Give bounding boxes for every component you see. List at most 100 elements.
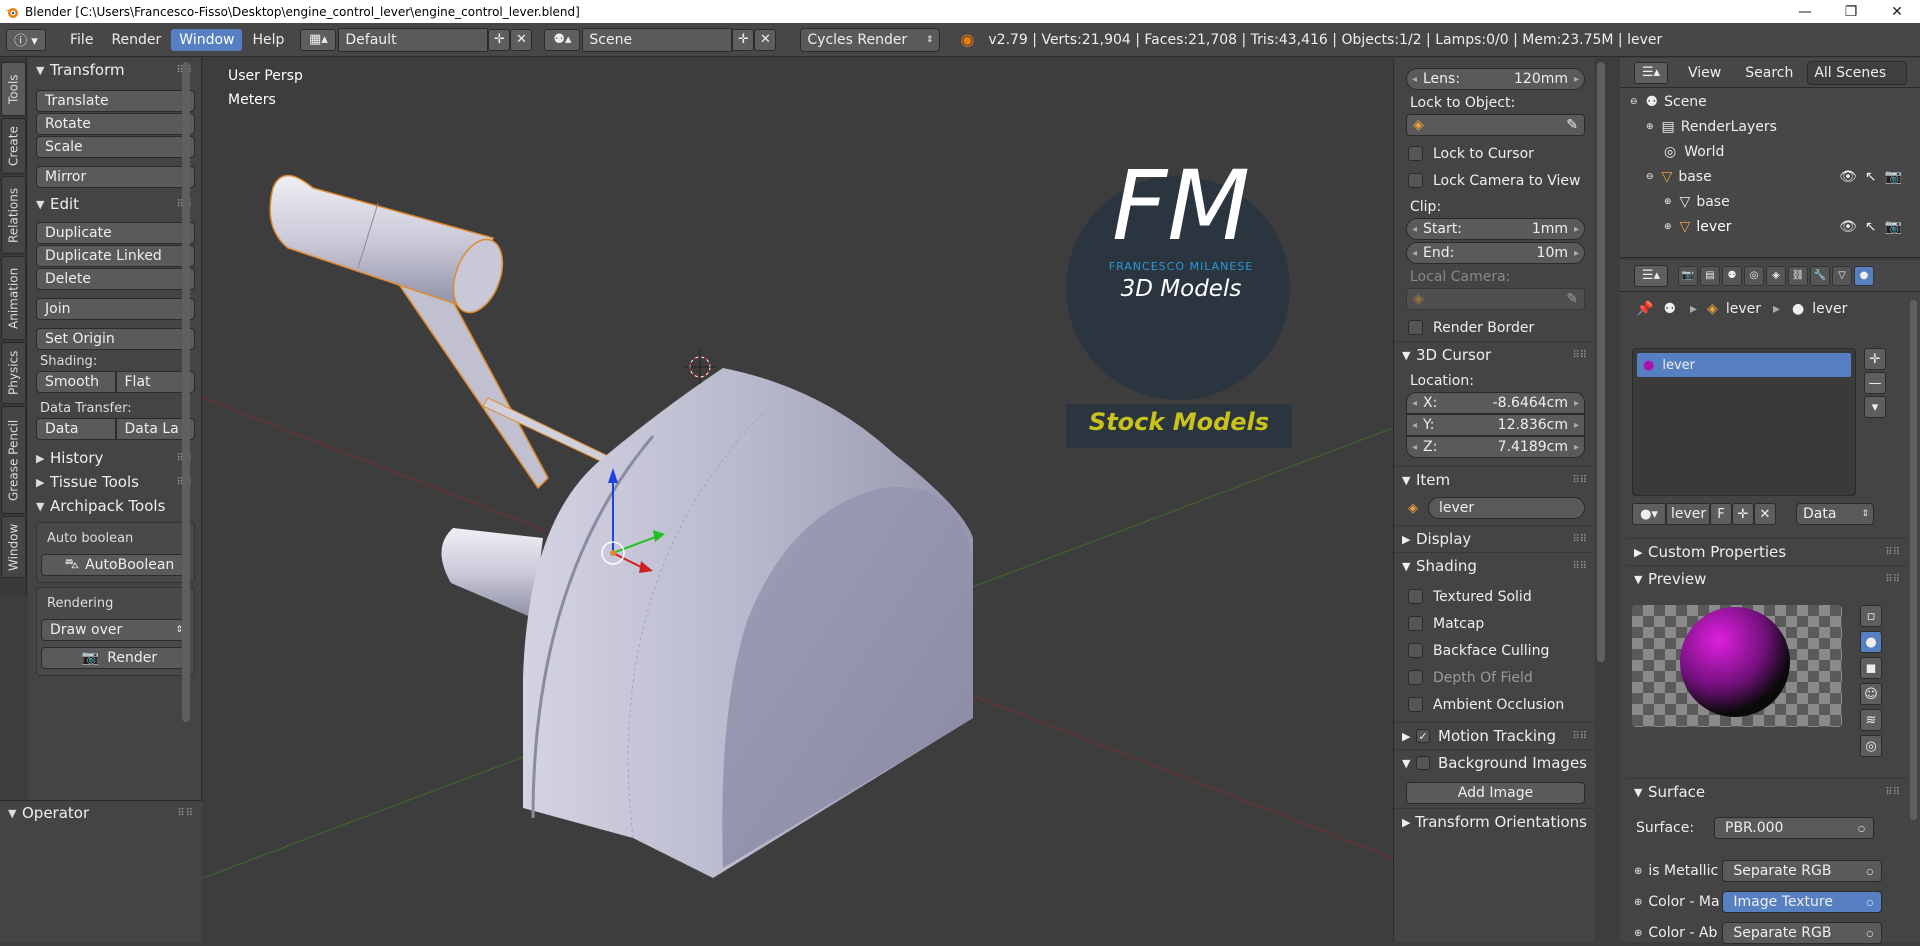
lens-field[interactable]: Lens: 120mm [1406, 68, 1585, 90]
socket-expand-icon[interactable]: ⊕ [1634, 866, 1642, 877]
collapse-icon[interactable]: ⊖ [1630, 97, 1638, 107]
backface-culling-checkbox[interactable]: Backface Culling [1394, 637, 1595, 664]
preview-hair-icon[interactable]: ≋ [1860, 709, 1882, 731]
smooth-button[interactable]: Smooth [36, 371, 116, 393]
grip-icon[interactable]: ⠿⠿ [1572, 561, 1587, 572]
outliner-editor-type-icon[interactable]: ☰▴ [1634, 61, 1668, 84]
close-button[interactable]: ✕ [1874, 4, 1920, 20]
expand-icon[interactable]: ⊕ [1664, 222, 1672, 232]
outliner-row-base[interactable]: ⊖ ▽ base 👁↖📷 [1620, 164, 1920, 189]
properties-scrollbar[interactable] [1597, 62, 1605, 662]
outliner-row-world[interactable]: ◎ World [1620, 139, 1920, 164]
duplicate-linked-button[interactable]: Duplicate Linked [36, 245, 195, 267]
tab-create[interactable]: Create [1, 118, 26, 174]
modifiers-tab-icon[interactable]: 🔧 [1810, 265, 1830, 286]
socket-expand-icon[interactable]: ⊕ [1634, 897, 1642, 908]
data-button[interactable]: Data [36, 418, 116, 440]
rotate-button[interactable]: Rotate [36, 113, 195, 135]
tab-window[interactable]: Window [1, 516, 26, 578]
archipack-panel-header[interactable]: ▼ Archipack Tools [28, 494, 201, 518]
custom-properties-panel-header[interactable]: ▶ Custom Properties ⠿⠿ [1626, 538, 1908, 565]
outliner-view-menu[interactable]: View [1680, 62, 1729, 84]
tab-relations[interactable]: Relations [1, 176, 26, 254]
transform-panel-header[interactable]: ▼Transform⠿⠿ [28, 58, 201, 82]
add-scene-icon[interactable]: ✛ [732, 28, 755, 51]
preview-cube-icon[interactable]: ◼ [1860, 657, 1882, 679]
grip-icon[interactable]: ⠿⠿ [1572, 731, 1587, 742]
scale-button[interactable]: Scale [36, 136, 195, 158]
remove-layout-icon[interactable]: ✕ [510, 28, 533, 51]
set-origin-select[interactable]: Set Origin⇕ [36, 328, 195, 350]
edit-panel-header[interactable]: ▼Edit⠿⠿ [28, 192, 201, 216]
preview-world-icon[interactable]: ◎ [1860, 735, 1882, 757]
render-border-checkbox[interactable]: Render Border [1394, 314, 1595, 341]
outliner-search-menu[interactable]: Search [1737, 62, 1801, 84]
unlink-material-icon[interactable]: ✕ [1754, 503, 1776, 525]
clip-end-field[interactable]: End: 10m [1406, 242, 1585, 264]
outliner-display-mode-select[interactable]: All Scenes [1807, 60, 1908, 85]
grip-icon[interactable]: ⠿⠿ [1572, 534, 1587, 545]
mirror-button[interactable]: Mirror [36, 166, 195, 188]
shading-panel-header[interactable]: ▼ Shading ⠿⠿ [1394, 552, 1595, 579]
visibility-icons[interactable]: 👁↖📷 [1839, 219, 1910, 235]
material-name-field[interactable]: lever [1666, 503, 1710, 525]
preview-panel-header[interactable]: ▼ Preview ⠿⠿ [1626, 565, 1908, 592]
grip-icon[interactable]: ⠿⠿ [1885, 547, 1900, 558]
translate-button[interactable]: Translate [36, 90, 195, 112]
operator-panel-header[interactable]: ▼ Operator ⠿⠿ [0, 801, 202, 825]
material-browse-icon[interactable]: ●▾ [1632, 503, 1666, 525]
expand-icon[interactable]: ⊕ [1664, 197, 1672, 207]
material-slot-row[interactable]: ● lever [1637, 353, 1851, 377]
delete-button[interactable]: Delete [36, 268, 195, 290]
grip-icon[interactable]: ⠿⠿ [1885, 574, 1900, 585]
expand-icon[interactable]: ⊕ [1646, 122, 1654, 132]
background-images-checkbox[interactable] [1415, 756, 1430, 770]
outliner-row-scene[interactable]: ⊖ ⚉ Scene [1620, 89, 1920, 114]
tab-physics[interactable]: Physics [1, 342, 26, 404]
item-name-field[interactable]: lever [1428, 497, 1585, 519]
socket-color-ma-select[interactable]: Image Texture ○ [1722, 891, 1883, 913]
material-slots-list[interactable]: ● lever [1632, 348, 1856, 496]
background-images-panel-header[interactable]: ▼ Background Images [1394, 749, 1595, 776]
socket-color-ab-select[interactable]: Separate RGB ○ [1722, 922, 1883, 944]
grip-icon[interactable]: ⠿⠿ [1572, 475, 1587, 486]
cursor-x-field[interactable]: X: -8.6464cm [1406, 392, 1585, 414]
item-panel-header[interactable]: ▼ Item ⠿⠿ [1394, 466, 1595, 493]
preview-flat-icon[interactable]: ▫ [1860, 605, 1882, 627]
socket-metallic-select[interactable]: Separate RGB ○ [1722, 860, 1883, 882]
visibility-icons[interactable]: 👁↖📷 [1839, 169, 1910, 185]
tab-grease-pencil[interactable]: Grease Pencil [1, 406, 26, 514]
add-slot-icon[interactable]: ✛ [1864, 348, 1886, 370]
breadcrumb-object[interactable]: lever [1726, 301, 1761, 317]
lock-camera-checkbox[interactable]: Lock Camera to View [1394, 167, 1595, 194]
tab-animation[interactable]: Animation [1, 256, 26, 340]
scene-field[interactable]: Scene [582, 27, 733, 52]
outliner-row-renderlayers[interactable]: ⊕ ▤ RenderLayers [1620, 114, 1920, 139]
draw-over-select[interactable]: Draw over ⇕ [41, 619, 190, 641]
grip-icon[interactable]: ⠿⠿ [177, 808, 194, 819]
menu-file[interactable]: File [62, 29, 101, 51]
menu-help[interactable]: Help [244, 29, 292, 51]
collapse-icon[interactable]: ⊖ [1646, 172, 1654, 182]
tab-tools[interactable]: Tools [1, 62, 26, 116]
motion-tracking-panel-header[interactable]: ▶ ✓ Motion Tracking ⠿⠿ [1394, 722, 1595, 749]
scene-tab-icon[interactable]: ⚉ [1722, 265, 1742, 286]
fake-user-button[interactable]: F [1710, 503, 1732, 525]
menu-window[interactable]: Window [171, 28, 243, 51]
clip-start-field[interactable]: Start: 1mm [1406, 218, 1585, 240]
autoboolean-button[interactable]: ⛍ AutoBoolean [41, 554, 190, 576]
eyedropper-icon[interactable]: ✎ [1566, 117, 1578, 133]
surface-shader-select[interactable]: PBR.000 ○ [1714, 817, 1874, 839]
3d-viewport[interactable]: User Persp Meters FM FRANCESCO MILANESE … [203, 58, 1393, 942]
join-button[interactable]: Join [36, 298, 195, 320]
matcap-checkbox[interactable]: Matcap [1394, 610, 1595, 637]
transform-orientations-panel-header[interactable]: ▶ Transform Orientations [1394, 808, 1595, 835]
socket-expand-icon[interactable]: ⊕ [1634, 928, 1642, 939]
maximize-button[interactable]: ❐ [1828, 4, 1874, 20]
cursor-z-field[interactable]: Z: 7.4189cm [1406, 436, 1585, 458]
breadcrumb-material[interactable]: lever [1812, 301, 1847, 317]
history-panel-header[interactable]: ▶History⠿⠿ [28, 446, 201, 470]
world-tab-icon[interactable]: ◎ [1744, 265, 1764, 286]
object-tab-icon[interactable]: ◈ [1766, 265, 1786, 286]
material-tab-icon[interactable]: ● [1854, 265, 1874, 286]
